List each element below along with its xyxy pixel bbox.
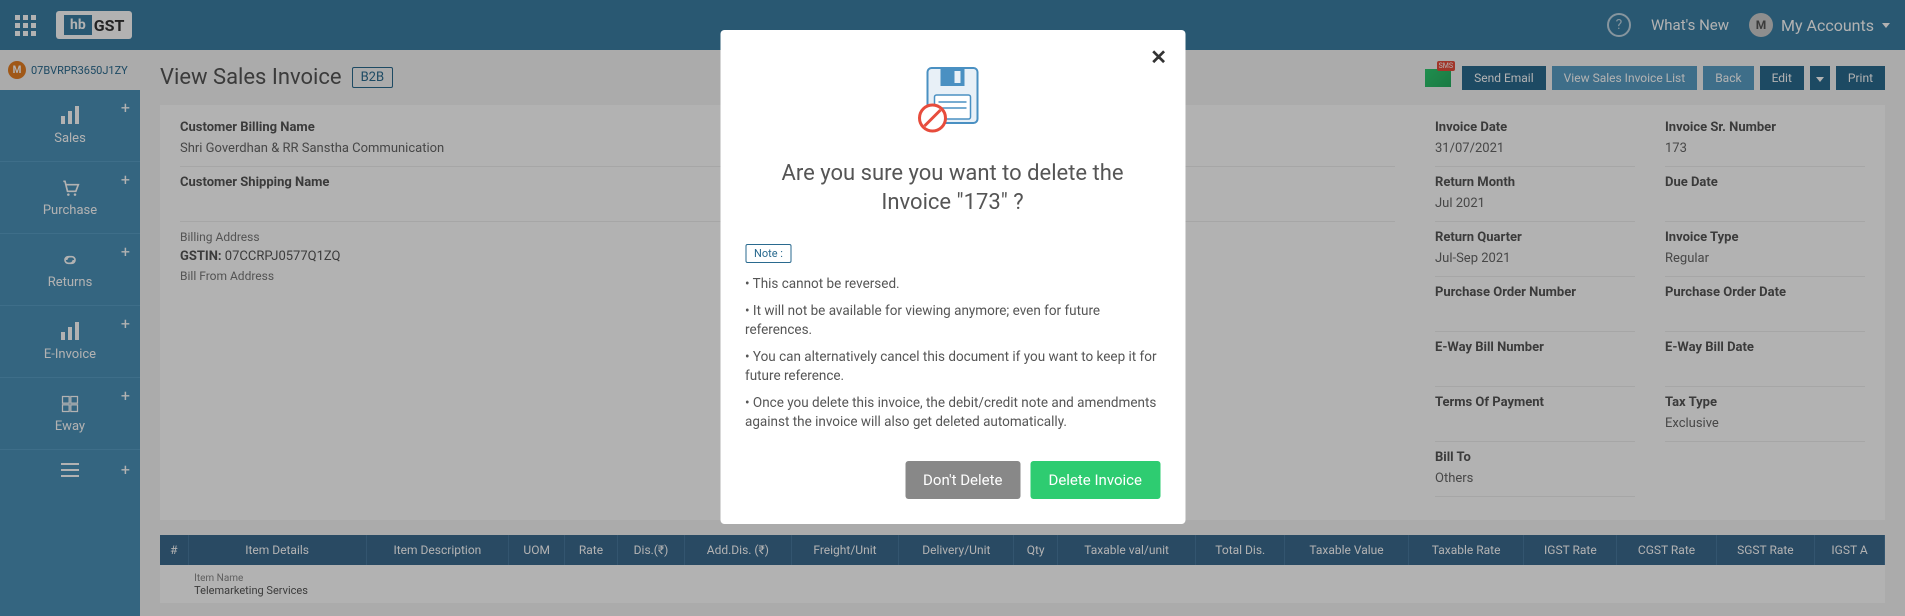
note-badge: Note : — [745, 244, 792, 263]
modal-title: Are you sure you want to delete the Invo… — [745, 160, 1160, 217]
delete-invoice-button[interactable]: Delete Invoice — [1030, 461, 1160, 499]
save-forbidden-icon — [913, 60, 993, 140]
note-item: • You can alternatively cancel this docu… — [745, 348, 1160, 386]
note-item: • Once you delete this invoice, the debi… — [745, 394, 1160, 432]
close-icon[interactable]: ✕ — [1150, 45, 1167, 69]
dont-delete-button[interactable]: Don't Delete — [905, 461, 1020, 499]
delete-confirm-modal: ✕ Are you sure you want to delete the In… — [720, 30, 1185, 524]
note-item: • It will not be available for viewing a… — [745, 302, 1160, 340]
note-item: • This cannot be reversed. — [745, 275, 1160, 294]
